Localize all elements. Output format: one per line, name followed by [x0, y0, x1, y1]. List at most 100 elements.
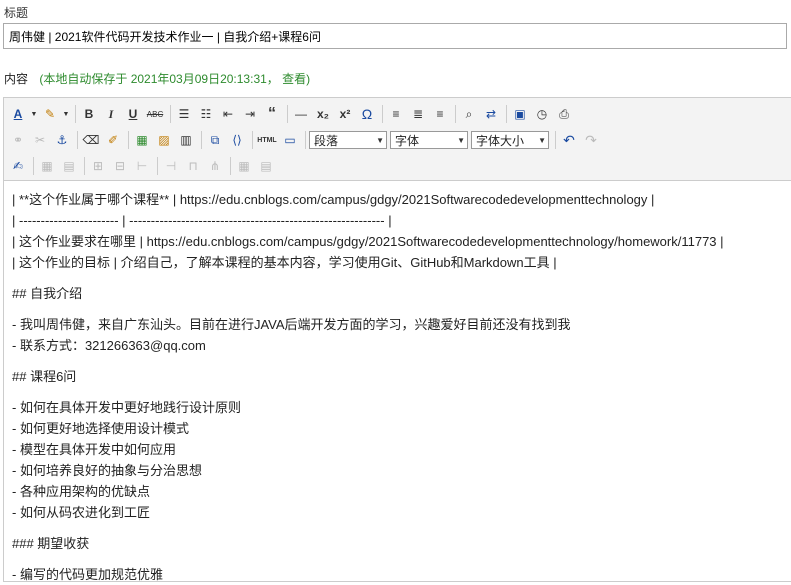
redo-icon[interactable]: ↷ — [581, 130, 601, 150]
body-line: - 我叫周伟健，来自广东汕头。目前在进行JAVA后端开发方面的学习，兴趣爱好目前… — [12, 317, 571, 332]
content-label-row: 内容 (本地自动保存于 2021年03月09日20:13:31， 查看) — [4, 70, 310, 87]
toolbar-separator — [201, 131, 202, 149]
outdent-icon[interactable]: ⇤ — [218, 104, 238, 124]
toolbar-separator — [128, 131, 129, 149]
toolbar-separator — [75, 105, 76, 123]
indent-icon[interactable]: ⇥ — [240, 104, 260, 124]
toolbar-separator — [157, 157, 158, 175]
body-line: - 模型在具体开发中如何应用 — [12, 442, 176, 457]
split-cells-icon[interactable]: ⋔ — [205, 156, 225, 176]
blockquote-icon[interactable]: “ — [262, 104, 282, 124]
table-props-icon[interactable]: ▤ — [59, 156, 79, 176]
body-line: - 如何培养良好的抽象与分治思想 — [12, 463, 202, 478]
body-line: - 如何从码农进化到工匠 — [12, 505, 150, 520]
body-line: - 如何在具体开发中更好地践行设计原则 — [12, 400, 241, 415]
image-icon[interactable]: ▨ — [154, 130, 174, 150]
font-family-select[interactable]: 字体 ▼ — [390, 131, 468, 149]
unlink-icon[interactable]: ✂ — [30, 130, 50, 150]
strikethrough-icon[interactable]: ABC — [145, 104, 165, 124]
replace-icon[interactable]: ⇄ — [481, 104, 501, 124]
merge-down-icon[interactable]: ▤ — [256, 156, 276, 176]
format-painter-icon[interactable]: ✐ — [103, 130, 123, 150]
anchor-icon[interactable]: ⚓ — [52, 130, 72, 150]
html-icon[interactable]: HTML — [256, 130, 278, 150]
editor-body[interactable]: | **这个作业属于哪个课程** | https://edu.cnblogs.c… — [4, 181, 791, 585]
insert-table-icon[interactable]: ▦ — [37, 156, 57, 176]
bold-icon[interactable]: B — [79, 104, 99, 124]
body-line: | **这个作业属于哪个课程** | https://edu.cnblogs.c… — [12, 192, 655, 207]
eraser-icon[interactable]: ⌫ — [81, 130, 101, 150]
italic-icon[interactable]: I — [101, 104, 121, 124]
delete-col-icon[interactable]: ⊣ — [161, 156, 181, 176]
rich-text-editor: A ▼ ✎ ▼ B I U ABC ☰ ☷ ⇤ ⇥ “ — x₂ x² Ω ≡ … — [3, 97, 791, 582]
align-left-icon[interactable]: ≡ — [386, 104, 406, 124]
delete-row-icon[interactable]: ⊟ — [110, 156, 130, 176]
chevron-down-icon[interactable]: ▼ — [30, 104, 38, 124]
fullscreen-icon[interactable]: ▭ — [280, 130, 300, 150]
find-icon[interactable]: ⌕ — [459, 104, 479, 124]
chevron-down-icon: ▼ — [538, 135, 546, 145]
font-size-value: 字体大小 — [476, 133, 525, 148]
link-icon[interactable]: ⚭ — [8, 130, 28, 150]
view-autosave-link[interactable]: 查看) — [282, 72, 310, 86]
toolbar-separator — [84, 157, 85, 175]
content-label: 内容 — [4, 72, 29, 86]
hr-icon[interactable]: — — [291, 104, 311, 124]
body-line: | 这个作业要求在哪里 | https://edu.cnblogs.com/ca… — [12, 234, 724, 249]
insert-row-icon[interactable]: ⊞ — [88, 156, 108, 176]
chevron-down-icon[interactable]: ▼ — [62, 104, 70, 124]
title-label: 标题 — [4, 6, 29, 20]
toolbar-separator — [455, 105, 456, 123]
code-icon[interactable]: ⧉ — [205, 130, 225, 150]
align-center-icon[interactable]: ≣ — [408, 104, 428, 124]
paragraph-format-select[interactable]: 段落 ▼ — [309, 131, 387, 149]
time-icon[interactable]: ◷ — [532, 104, 552, 124]
body-line: - 各种应用架构的优缺点 — [12, 484, 150, 499]
omega-icon[interactable]: Ω — [357, 104, 377, 124]
edit-icon[interactable]: ✍ — [8, 156, 28, 176]
subscript-icon[interactable]: x₂ — [313, 104, 333, 124]
preview-icon[interactable]: ⎙ — [554, 104, 574, 124]
toolbar-separator — [287, 105, 288, 123]
title-input[interactable] — [3, 23, 787, 49]
toolbar-separator — [230, 157, 231, 175]
align-right-icon[interactable]: ≡ — [430, 104, 450, 124]
chevron-down-icon: ▼ — [457, 135, 465, 145]
bullet-list-icon[interactable]: ☰ — [174, 104, 194, 124]
toolbar-separator — [382, 105, 383, 123]
toolbar-separator — [506, 105, 507, 123]
image-upload-icon[interactable]: ▦ — [132, 130, 152, 150]
merge-right-icon[interactable]: ▦ — [234, 156, 254, 176]
font-color-icon[interactable]: A — [8, 104, 28, 124]
toolbar-separator — [305, 131, 306, 149]
merge-cells-icon[interactable]: ⊓ — [183, 156, 203, 176]
body-line: ## 自我介绍 — [12, 286, 83, 301]
body-line: | 这个作业的目标 | 介绍自己，了解本课程的基本内容，学习使用Git、GitH… — [12, 255, 557, 270]
font-family-value: 字体 — [395, 133, 420, 148]
chevron-down-icon: ▼ — [376, 135, 384, 145]
highlight-icon[interactable]: ✎ — [40, 104, 60, 124]
superscript-icon[interactable]: x² — [335, 104, 355, 124]
body-line: ### 期望收获 — [12, 536, 90, 551]
underline-icon[interactable]: U — [123, 104, 143, 124]
insert-col-icon[interactable]: ⊢ — [132, 156, 152, 176]
body-line: - 如何更好地选择使用设计模式 — [12, 421, 189, 436]
font-size-select[interactable]: 字体大小 ▼ — [471, 131, 549, 149]
body-line: | ----------------------- | ------------… — [12, 213, 392, 228]
editor-toolbar: A ▼ ✎ ▼ B I U ABC ☰ ☷ ⇤ ⇥ “ — x₂ x² Ω ≡ … — [4, 98, 791, 181]
paste-word-icon[interactable]: ▣ — [510, 104, 530, 124]
toolbar-separator — [77, 131, 78, 149]
code-block-icon[interactable]: ⟨⟩ — [227, 130, 247, 150]
undo-icon[interactable]: ↶ — [559, 130, 579, 150]
toolbar-separator — [252, 131, 253, 149]
film-icon[interactable]: ▥ — [176, 130, 196, 150]
autosave-status: (本地自动保存于 2021年03月09日20:13:31， — [39, 72, 279, 86]
toolbar-separator — [555, 131, 556, 149]
numbered-list-icon[interactable]: ☷ — [196, 104, 216, 124]
